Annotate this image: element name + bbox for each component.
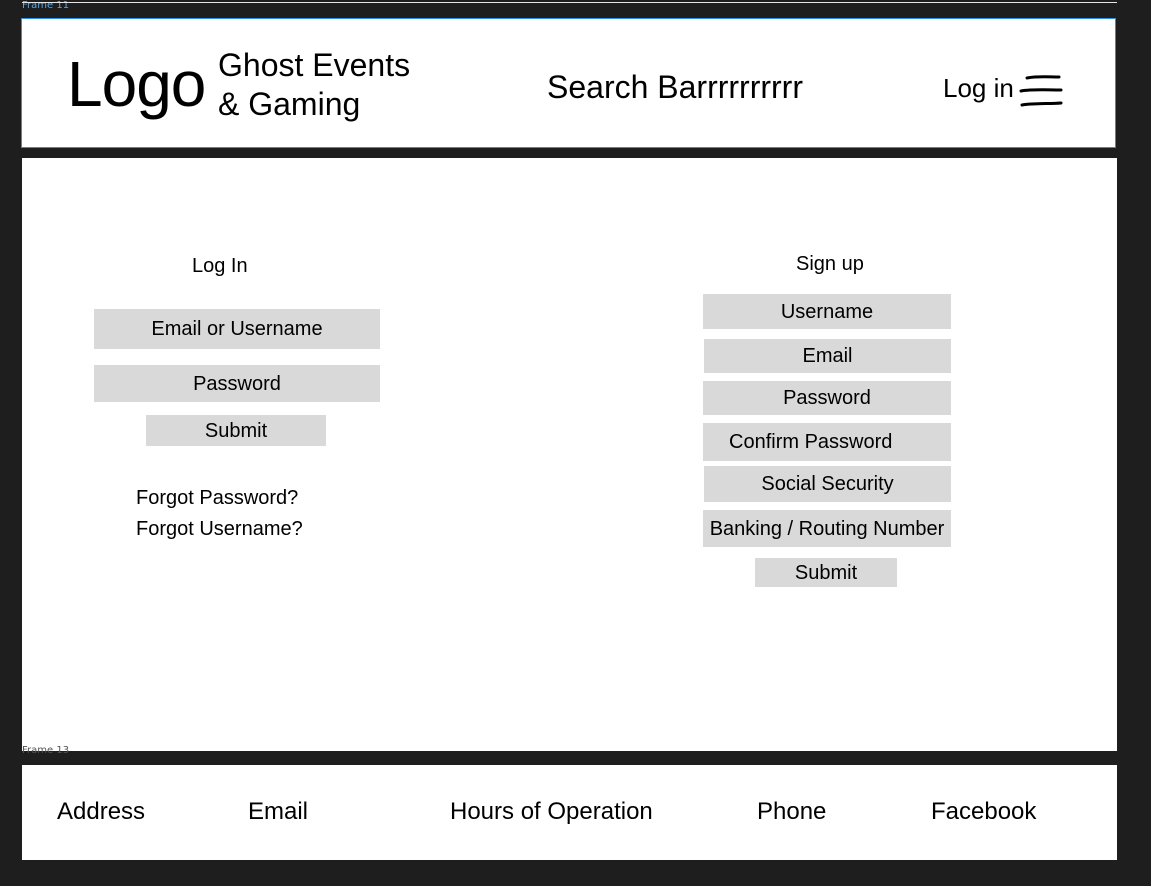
footer-facebook-link[interactable]: Facebook: [931, 798, 1036, 826]
banking-routing-field[interactable]: Banking / Routing Number: [703, 510, 951, 547]
signup-title: Sign up: [796, 253, 864, 275]
social-security-field[interactable]: Social Security: [704, 466, 951, 502]
signup-username-field[interactable]: Username: [703, 294, 951, 329]
footer-phone-link[interactable]: Phone: [757, 798, 826, 826]
logo[interactable]: Logo: [67, 49, 206, 119]
brand-line-2: & Gaming: [218, 86, 361, 122]
email-or-username-field[interactable]: Email or Username: [94, 309, 380, 349]
search-bar[interactable]: Search Barrrrrrrrrr: [547, 68, 803, 106]
login-password-field[interactable]: Password: [94, 365, 380, 402]
forgot-password-link[interactable]: Forgot Password?: [136, 486, 298, 510]
login-title: Log In: [192, 255, 248, 277]
footer-hours-link[interactable]: Hours of Operation: [450, 798, 653, 826]
forgot-username-link[interactable]: Forgot Username?: [136, 517, 303, 541]
signup-password-field[interactable]: Password: [703, 381, 951, 415]
footer-email-link[interactable]: Email: [248, 798, 308, 826]
signup-email-field[interactable]: Email: [704, 339, 951, 373]
header-separator: [22, 148, 1117, 158]
header-frame: Logo Ghost Events & Gaming Search Barrrr…: [21, 18, 1116, 148]
brand-line-1: Ghost Events: [218, 47, 411, 83]
hamburger-menu-icon[interactable]: [1019, 74, 1064, 110]
top-divider: [22, 2, 1117, 3]
brand-name: Ghost Events & Gaming: [218, 46, 410, 124]
confirm-password-field[interactable]: Confirm Password: [703, 423, 951, 461]
signup-submit-button[interactable]: Submit: [755, 558, 897, 587]
login-link[interactable]: Log in: [943, 72, 1014, 104]
footer-frame: Address Email Hours of Operation Phone F…: [22, 765, 1117, 860]
main-content: Log In Email or Username Password Submit…: [22, 158, 1117, 751]
footer-address-link[interactable]: Address: [57, 798, 145, 826]
frame-label-bottom: Frame 13: [22, 745, 70, 756]
login-submit-button[interactable]: Submit: [146, 415, 326, 446]
